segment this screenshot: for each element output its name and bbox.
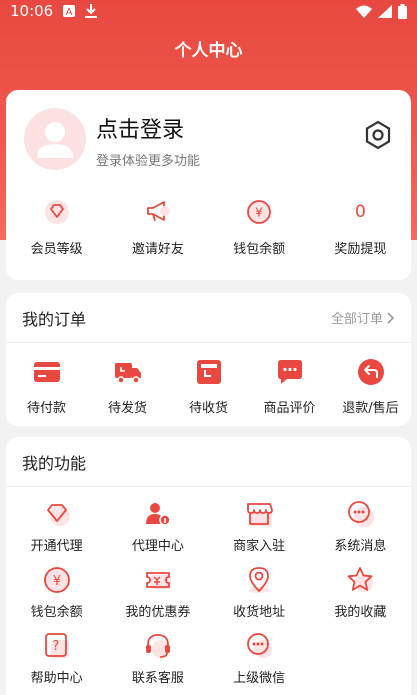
func-system-message[interactable]: 系统消息 bbox=[310, 499, 411, 555]
functions-title: 我的功能 bbox=[22, 453, 87, 473]
functions-grid: 开通代理 代理中心 商家入驻 系统消息 ¥ 钱包余额 我的优惠券 收货地址 我的… bbox=[6, 487, 411, 687]
avatar[interactable] bbox=[24, 108, 86, 170]
order-review[interactable]: 商品评价 bbox=[249, 357, 330, 416]
svg-text:A: A bbox=[66, 7, 73, 17]
store-icon bbox=[244, 499, 274, 529]
status-time: 10:06 bbox=[10, 2, 54, 20]
order-label: 待付款 bbox=[26, 401, 66, 416]
reward-value: 0 bbox=[354, 202, 366, 222]
stat-label: 奖励提现 bbox=[334, 242, 387, 257]
func-label: 系统消息 bbox=[334, 539, 387, 554]
return-arrow-icon bbox=[356, 357, 386, 387]
order-pending-receipt[interactable]: 待收货 bbox=[168, 357, 249, 416]
page-title: 个人中心 bbox=[174, 41, 243, 61]
order-label: 退款/售后 bbox=[342, 401, 399, 416]
login-subtitle: 登录体验更多功能 bbox=[96, 154, 201, 169]
functions-card: 我的功能 开通代理 代理中心 商家入驻 系统消息 ¥ 钱包余额 我的优惠券 收货… bbox=[6, 437, 411, 695]
stat-label: 邀请好友 bbox=[131, 242, 184, 257]
func-label: 钱包余额 bbox=[30, 605, 83, 620]
battery-icon bbox=[398, 3, 407, 19]
order-pending-shipment[interactable]: 待发货 bbox=[87, 357, 168, 416]
orders-header: 我的订单 全部订单 bbox=[6, 293, 411, 343]
all-orders-label: 全部订单 bbox=[330, 312, 383, 327]
package-box-icon bbox=[194, 357, 224, 387]
orders-title: 我的订单 bbox=[22, 309, 87, 329]
func-label: 联系客服 bbox=[131, 671, 184, 686]
stat-label: 钱包余额 bbox=[233, 242, 286, 257]
stat-wallet-balance[interactable]: ¥ 钱包余额 bbox=[209, 198, 310, 257]
chevron-right-icon bbox=[387, 311, 395, 324]
func-superior-wechat[interactable]: 上级微信 bbox=[209, 631, 310, 687]
headset-icon bbox=[143, 631, 173, 661]
func-wallet-balance[interactable]: ¥ 钱包余额 bbox=[6, 565, 107, 621]
wallet-card-icon bbox=[32, 357, 62, 387]
yuan-coin-icon: ¥ bbox=[42, 565, 72, 595]
stats-row: 会员等级 邀请好友 ¥ 钱包余额 0 奖励提现 bbox=[6, 198, 411, 257]
func-help-center[interactable]: ? 帮助中心 bbox=[6, 631, 107, 687]
agent-person-icon bbox=[143, 499, 173, 529]
stat-invite-friends[interactable]: 邀请好友 bbox=[107, 198, 208, 257]
help-icon: ? bbox=[42, 631, 72, 661]
order-label: 待收货 bbox=[188, 401, 228, 416]
svg-text:¥: ¥ bbox=[52, 574, 60, 589]
order-label: 待发货 bbox=[107, 401, 147, 416]
func-label: 帮助中心 bbox=[30, 671, 83, 686]
user-avatar-icon bbox=[37, 122, 73, 158]
func-label: 开通代理 bbox=[30, 539, 83, 554]
diamond-icon bbox=[42, 499, 72, 529]
func-label: 代理中心 bbox=[131, 539, 184, 554]
order-label: 商品评价 bbox=[263, 401, 316, 416]
settings-hexagon-icon bbox=[365, 120, 391, 150]
coupon-icon bbox=[143, 565, 173, 595]
func-my-coupons[interactable]: 我的优惠券 bbox=[107, 565, 208, 621]
stat-reward-withdraw[interactable]: 0 奖励提现 bbox=[310, 198, 411, 257]
func-open-agent[interactable]: 开通代理 bbox=[6, 499, 107, 555]
all-orders-link[interactable]: 全部订单 bbox=[331, 308, 395, 327]
wifi-icon bbox=[356, 5, 372, 18]
func-contact-service[interactable]: 联系客服 bbox=[107, 631, 208, 687]
order-refund[interactable]: 退款/售后 bbox=[330, 357, 411, 416]
func-my-favorites[interactable]: 我的收藏 bbox=[310, 565, 411, 621]
notification-a-icon: A bbox=[63, 5, 76, 17]
orders-row: 待付款 待发货 待收货 商品评价 退款/售后 bbox=[6, 343, 411, 416]
functions-header: 我的功能 bbox=[6, 437, 411, 487]
status-bar: 10:06 A bbox=[0, 0, 417, 22]
orders-card: 我的订单 全部订单 待付款 待发货 待收货 商品评价 退款/售后 bbox=[6, 293, 411, 426]
location-pin-icon bbox=[244, 565, 274, 595]
order-pending-payment[interactable]: 待付款 bbox=[6, 357, 87, 416]
settings-button[interactable] bbox=[363, 120, 393, 150]
message-icon bbox=[345, 499, 375, 529]
download-icon bbox=[85, 4, 98, 18]
func-label: 收货地址 bbox=[233, 605, 286, 620]
profile-card: 点击登录 登录体验更多功能 会员等级 邀请好友 ¥ 钱包余额 0 奖励提现 bbox=[6, 90, 411, 280]
func-label: 商家入驻 bbox=[233, 539, 286, 554]
func-label: 我的优惠券 bbox=[125, 605, 191, 620]
vip-diamond-icon bbox=[43, 198, 71, 226]
star-icon bbox=[345, 565, 375, 595]
truck-icon bbox=[113, 357, 143, 387]
func-shipping-address[interactable]: 收货地址 bbox=[209, 565, 310, 621]
func-merchant-join[interactable]: 商家入驻 bbox=[209, 499, 310, 555]
signal-icon bbox=[378, 4, 392, 18]
stat-label: 会员等级 bbox=[30, 242, 83, 257]
login-title[interactable]: 点击登录 bbox=[96, 112, 184, 144]
func-agent-center[interactable]: 代理中心 bbox=[107, 499, 208, 555]
svg-text:?: ? bbox=[52, 639, 59, 654]
stat-vip-level[interactable]: 会员等级 bbox=[6, 198, 107, 257]
func-label: 上级微信 bbox=[233, 671, 286, 686]
wechat-chat-icon bbox=[244, 631, 274, 661]
func-label: 我的收藏 bbox=[334, 605, 387, 620]
svg-text:¥: ¥ bbox=[255, 206, 263, 220]
yuan-coin-icon: ¥ bbox=[245, 198, 273, 226]
megaphone-icon bbox=[144, 198, 172, 226]
chat-bubble-icon bbox=[275, 357, 305, 387]
